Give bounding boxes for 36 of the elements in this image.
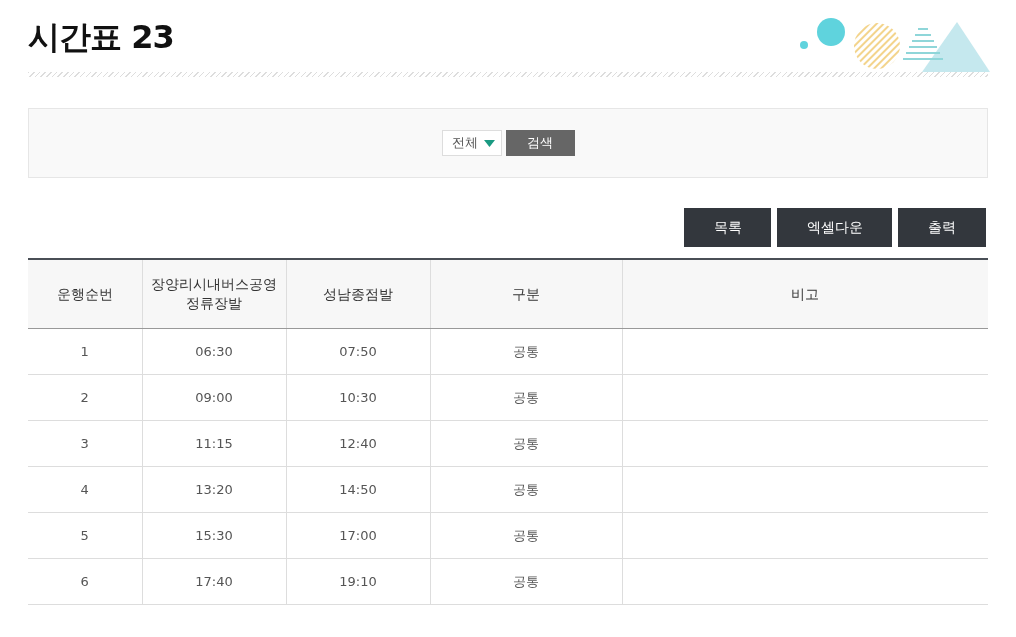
table-cell: 12:40 — [339, 436, 377, 451]
table-cell: 09:00 — [195, 390, 233, 405]
table-cell: 11:15 — [195, 436, 233, 451]
table-cell: 17:00 — [339, 528, 377, 543]
table-cell: 3 — [80, 436, 89, 451]
table-cell: 13:20 — [195, 482, 233, 497]
column-header: 운행순번 — [56, 285, 113, 302]
table-cell: 06:30 — [195, 344, 233, 359]
action-button[interactable]: 목록 — [684, 208, 771, 247]
table-cell: 6 — [80, 574, 89, 589]
table-cell: 공통 — [513, 389, 539, 405]
action-button[interactable]: 출력 — [898, 208, 986, 247]
category-select[interactable]: 전체 — [441, 130, 502, 156]
table-cell: 14:50 — [339, 482, 377, 497]
table-cell: 공통 — [513, 435, 539, 451]
table-cell: 공통 — [513, 527, 539, 543]
table-cell: 10:30 — [339, 390, 377, 405]
table-cell: 공통 — [513, 573, 539, 589]
action-button[interactable]: 엑셀다운 — [777, 208, 892, 247]
caret-icon — [483, 139, 495, 147]
column-header: 성남종점발 — [323, 285, 393, 302]
table-cell: 19:10 — [339, 574, 377, 589]
table-cell: 17:40 — [195, 574, 233, 589]
table-cell: 2 — [80, 390, 89, 405]
table-cell: 5 — [80, 528, 89, 543]
table-cell: 07:50 — [339, 344, 377, 359]
table-cell: 15:30 — [195, 528, 233, 543]
table-cell: 4 — [80, 482, 89, 497]
table-cell: 1 — [80, 344, 89, 359]
page-title: 시간표 23 — [28, 17, 174, 58]
search-button[interactable]: 검색 — [505, 130, 575, 156]
column-header: 비고 — [791, 285, 820, 302]
table-cell: 공통 — [513, 343, 539, 359]
table-cell: 공통 — [513, 481, 539, 497]
column-header: 장양리시내버스공영정류장발 — [151, 276, 277, 311]
column-header: 구분 — [512, 285, 540, 302]
